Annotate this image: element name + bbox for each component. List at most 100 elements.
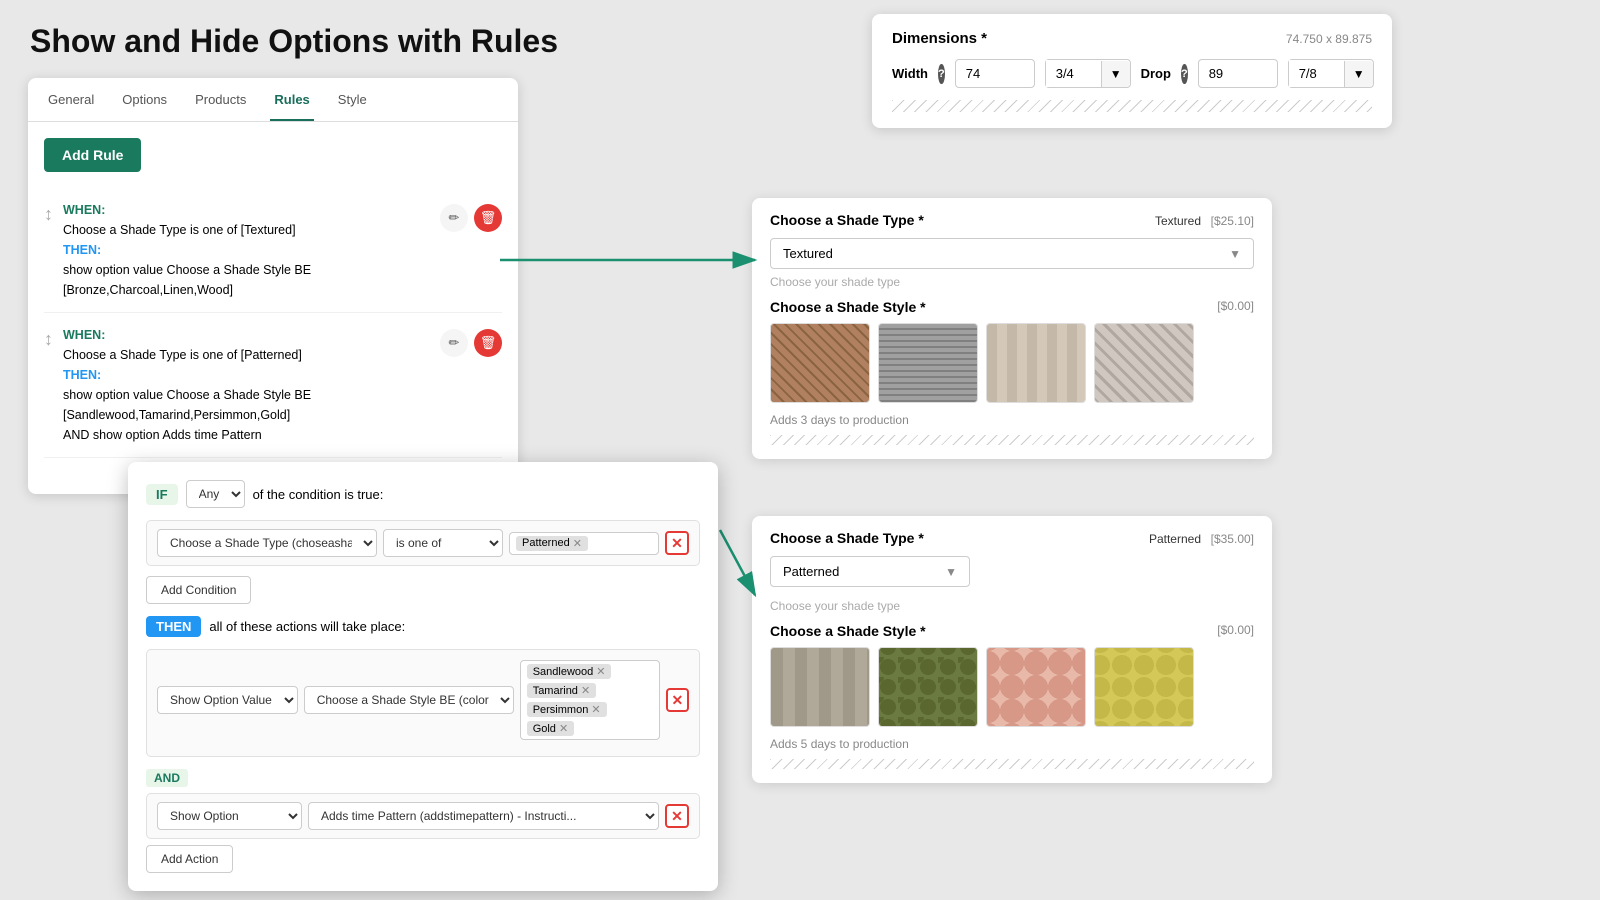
rules-body: Add Rule ↕ WHEN: Choose a Shade Type is …	[28, 122, 518, 474]
drop-fraction-input[interactable]	[1289, 60, 1344, 87]
rule-when-label-1: WHEN:	[63, 200, 430, 220]
drop-help-icon[interactable]: ?	[1181, 64, 1188, 84]
rule-edit-button-1[interactable]: ✏	[440, 204, 468, 232]
drop-fraction-arrow[interactable]: ▼	[1344, 61, 1373, 87]
shade-style-price-1: [$0.00]	[1217, 299, 1254, 315]
shade-style-price-2: [$0.00]	[1217, 623, 1254, 639]
remove-condition-button[interactable]: ✕	[665, 531, 689, 555]
shade-type-header-2: Choose a Shade Type * Patterned [$35.00]	[770, 530, 1254, 546]
swatch-sandlewood[interactable]	[770, 647, 870, 727]
action-type-select-2[interactable]: Show Option	[157, 802, 302, 830]
tag-tamarind-remove[interactable]: ✕	[581, 684, 590, 697]
width-row: Width ? ▼ Drop ? ▼	[892, 59, 1372, 88]
rule-and-text-2: AND show option Adds time Pattern	[63, 425, 430, 445]
condition-values-container: Patterned ✕	[509, 532, 659, 555]
rules-panel: General Options Products Rules Style Add…	[28, 78, 518, 494]
tab-general[interactable]: General	[44, 78, 98, 121]
shade-type-header-1: Choose a Shade Type * Textured [$25.10]	[770, 212, 1254, 228]
condition-field-select[interactable]: Choose a Shade Type (choseashadestyletyp…	[157, 529, 377, 557]
rule-then-label-1: THEN:	[63, 240, 430, 260]
width-fraction-arrow[interactable]: ▼	[1101, 61, 1130, 87]
shade-price-1: [$25.10]	[1211, 214, 1254, 228]
tab-style[interactable]: Style	[334, 78, 371, 121]
add-rule-button[interactable]: Add Rule	[44, 138, 141, 172]
width-fraction-input[interactable]	[1046, 60, 1101, 87]
drop-fraction-container: ▼	[1288, 59, 1374, 88]
tag-sandlewood: Sandlewood ✕	[527, 664, 612, 679]
shade-dropdown-text-1: Textured	[783, 246, 833, 261]
swatch-bronze[interactable]	[770, 323, 870, 403]
tag-persimmon-remove[interactable]: ✕	[591, 703, 600, 716]
remove-action-2-button[interactable]: ✕	[665, 804, 689, 828]
rule-actions-1: ✏ 🗑	[440, 204, 502, 232]
swatch-persimmon[interactable]	[986, 647, 1086, 727]
width-label: Width	[892, 66, 928, 81]
drop-input[interactable]	[1198, 59, 1278, 88]
shade-dropdown-text-2: Patterned	[783, 564, 839, 579]
tag-sandlewood-remove[interactable]: ✕	[596, 665, 605, 678]
tab-options[interactable]: Options	[118, 78, 171, 121]
rule-then-text-1: show option value Choose a Shade Style B…	[63, 260, 430, 300]
action-field-select-2[interactable]: Adds time Pattern (addstimepattern) - In…	[308, 802, 659, 830]
swatch-charcoal[interactable]	[878, 323, 978, 403]
adds-days-1: Adds 3 days to production	[770, 413, 1254, 427]
if-any-select[interactable]: Any	[186, 480, 245, 508]
tag-persimmon: Persimmon ✕	[527, 702, 607, 717]
swatch-wood[interactable]	[1094, 323, 1194, 403]
drop-label: Drop	[1141, 66, 1171, 81]
shade-swatches-1	[770, 323, 1254, 403]
shade-price-2: [$35.00]	[1211, 532, 1254, 546]
shade-dropdown-arrow-1: ▼	[1229, 247, 1241, 261]
shade-dropdown-row-2: Patterned ▼	[770, 556, 1254, 593]
width-input[interactable]	[955, 59, 1035, 88]
then-badge: THEN	[146, 616, 201, 637]
action-type-select-1[interactable]: Show Option Value	[157, 686, 298, 714]
tab-rules[interactable]: Rules	[270, 78, 313, 121]
condition-operator-select[interactable]: is one of	[383, 529, 503, 557]
shade-style-title-2: Choose a Shade Style * [$0.00]	[770, 623, 1254, 639]
and-badge-container: AND	[146, 763, 700, 793]
rule-item-2: ↕ WHEN: Choose a Shade Type is one of [P…	[44, 313, 502, 458]
zigzag-pattern-2	[770, 759, 1254, 769]
swatch-gold[interactable]	[1094, 647, 1194, 727]
swatch-linen[interactable]	[986, 323, 1086, 403]
shade-section-patterned: Choose a Shade Type * Patterned [$35.00]…	[752, 516, 1272, 783]
swatch-tamarind[interactable]	[878, 647, 978, 727]
page-title: Show and Hide Options with Rules	[30, 22, 558, 60]
remove-action-1-button[interactable]: ✕	[666, 688, 689, 712]
rule-edit-button-2[interactable]: ✏	[440, 329, 468, 357]
rules-tabs: General Options Products Rules Style	[28, 78, 518, 122]
rule-dialog: IF Any of the condition is true: Choose …	[128, 462, 718, 891]
rule-drag-handle-1[interactable]: ↕	[44, 200, 53, 225]
shade-section-textured: Choose a Shade Type * Textured [$25.10] …	[752, 198, 1272, 459]
tag-gold-remove[interactable]: ✕	[559, 722, 568, 735]
width-fraction-container: ▼	[1045, 59, 1131, 88]
rule-delete-button-1[interactable]: 🗑	[474, 204, 502, 232]
tag-tamarind: Tamarind ✕	[527, 683, 596, 698]
shade-style-title-1: Choose a Shade Style * [$0.00]	[770, 299, 1254, 315]
action-values-container-1: Sandlewood ✕ Tamarind ✕ Persimmon ✕ Gold…	[520, 660, 660, 740]
tag-patterned: Patterned ✕	[516, 536, 588, 551]
action-1-row: Show Option Value Choose a Shade Style B…	[157, 660, 689, 740]
tag-gold: Gold ✕	[527, 721, 574, 736]
rule-content-2: WHEN: Choose a Shade Type is one of [Pat…	[63, 325, 430, 445]
action-field-select-1[interactable]: Choose a Shade Style BE (color) - Swatch	[304, 686, 514, 714]
action-2-row: Show Option Adds time Pattern (addstimep…	[146, 793, 700, 839]
width-help-icon[interactable]: ?	[938, 64, 945, 84]
dimensions-title: Dimensions *	[892, 30, 987, 47]
shade-dropdown-arrow-2: ▼	[945, 565, 957, 579]
rule-drag-handle-2[interactable]: ↕	[44, 325, 53, 350]
add-action-button[interactable]: Add Action	[146, 845, 233, 873]
add-condition-button[interactable]: Add Condition	[146, 576, 251, 604]
and-badge: AND	[146, 769, 188, 787]
tab-products[interactable]: Products	[191, 78, 250, 121]
shade-type-title-1: Choose a Shade Type *	[770, 212, 924, 228]
shade-type-dropdown-1[interactable]: Textured ▼	[770, 238, 1254, 269]
if-badge: IF	[146, 484, 178, 505]
rule-when-text-2: Choose a Shade Type is one of [Patterned…	[63, 345, 430, 365]
rule-delete-button-2[interactable]: 🗑	[474, 329, 502, 357]
shade-type-dropdown-2[interactable]: Patterned ▼	[770, 556, 970, 587]
tag-patterned-remove[interactable]: ✕	[573, 537, 582, 550]
then-text: all of these actions will take place:	[209, 619, 405, 634]
rule-then-label-2: THEN:	[63, 365, 430, 385]
